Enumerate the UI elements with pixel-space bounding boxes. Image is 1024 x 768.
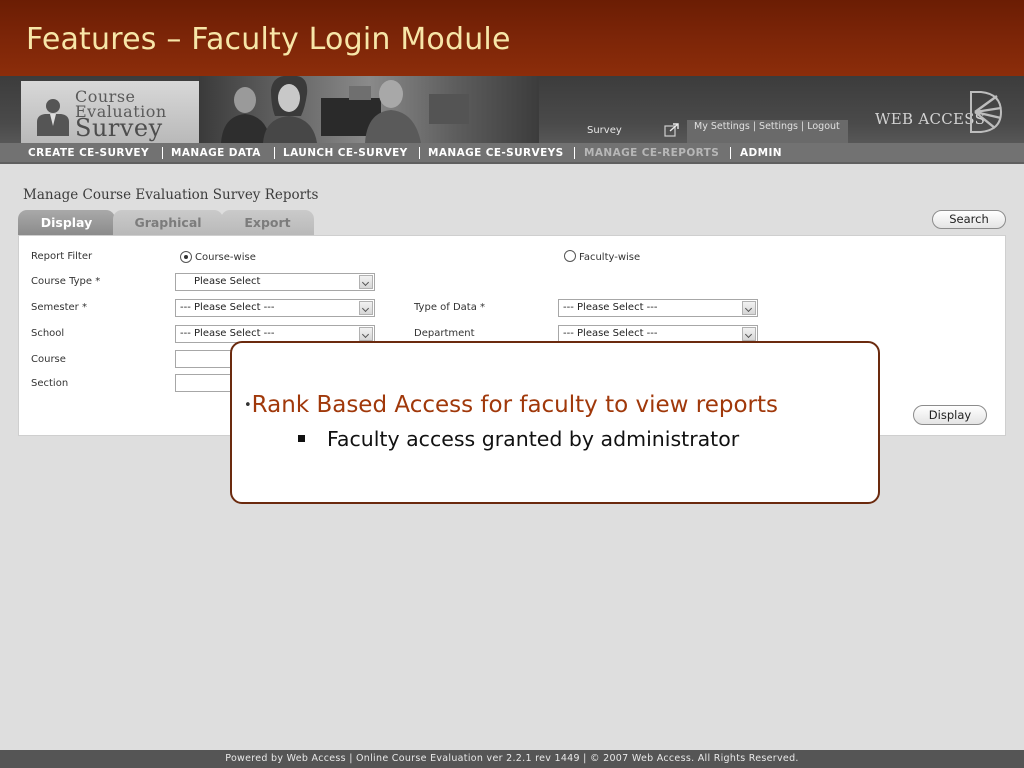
type-of-data-select[interactable]: --- Please Select --- xyxy=(558,299,758,317)
person-icon xyxy=(37,99,69,136)
survey-label[interactable]: Survey xyxy=(587,125,622,136)
nav-manage-data[interactable]: MANAGE DATA xyxy=(171,147,261,159)
main-nav: CREATE CE-SURVEY MANAGE DATA LAUNCH CE-S… xyxy=(0,143,1024,164)
semester-value: --- Please Select --- xyxy=(180,302,275,313)
callout-sub-text: Faculty access granted by administrator xyxy=(327,427,740,451)
section-input[interactable] xyxy=(175,374,235,392)
school-label: School xyxy=(31,328,65,339)
nav-manage-ce-reports[interactable]: MANAGE CE-REPORTS xyxy=(584,147,719,159)
department-value: --- Please Select --- xyxy=(563,328,658,339)
footer-text: Powered by Web Access | Online Course Ev… xyxy=(225,753,799,764)
chevron-down-icon xyxy=(359,327,373,341)
type-of-data-label: Type of Data * xyxy=(414,302,486,313)
semester-label: Semester * xyxy=(31,302,87,313)
tab-export[interactable]: Export xyxy=(221,210,314,235)
faculty-wise-label[interactable]: Faculty-wise xyxy=(579,252,640,263)
semester-select[interactable]: --- Please Select --- xyxy=(175,299,375,317)
tab-display[interactable]: Display xyxy=(18,210,115,235)
web-access-brand: WEB ACCESS xyxy=(875,90,1005,134)
app-logo[interactable]: Course Evaluation Survey xyxy=(21,81,199,143)
chevron-down-icon xyxy=(742,301,756,315)
course-wise-radio[interactable] xyxy=(180,251,192,263)
web-access-logo-icon xyxy=(970,91,1003,133)
chevron-down-icon xyxy=(359,275,373,289)
school-value: --- Please Select --- xyxy=(180,328,275,339)
app-banner: Course Evaluation Survey Survey My Setti… xyxy=(0,76,1024,143)
course-input[interactable] xyxy=(175,350,235,368)
nav-create-ce-survey[interactable]: CREATE CE-SURVEY xyxy=(28,147,149,159)
callout-main-bullet: •Rank Based Access for faculty to view r… xyxy=(244,392,778,418)
course-type-label: Course Type * xyxy=(31,276,101,287)
section-label: Section xyxy=(31,378,69,389)
external-link-icon[interactable] xyxy=(664,123,680,137)
slide-title-bar: Features – Faculty Login Module xyxy=(0,0,1024,76)
nav-divider xyxy=(730,147,731,159)
report-filter-label: Report Filter xyxy=(31,251,93,262)
faculty-wise-radio[interactable] xyxy=(564,250,576,262)
page-title: Manage Course Evaluation Survey Reports xyxy=(23,187,319,203)
search-button[interactable]: Search xyxy=(932,210,1006,229)
nav-divider xyxy=(419,147,420,159)
course-type-select[interactable]: Please Select xyxy=(175,273,375,291)
nav-admin[interactable]: ADMIN xyxy=(740,147,782,159)
logo-line-3: Survey xyxy=(75,114,163,142)
banner-photo xyxy=(199,76,539,143)
course-type-value: Please Select xyxy=(194,276,261,287)
callout-sub-bullet: Faculty access granted by administrator xyxy=(298,427,739,451)
chevron-down-icon xyxy=(359,301,373,315)
nav-divider xyxy=(162,147,163,159)
bullet-dot: • xyxy=(244,398,252,413)
course-label: Course xyxy=(31,354,66,365)
feature-callout: •Rank Based Access for faculty to view r… xyxy=(230,341,880,504)
course-wise-label[interactable]: Course-wise xyxy=(195,252,256,263)
callout-main-text: Rank Based Access for faculty to view re… xyxy=(251,392,778,418)
settings-links[interactable]: My Settings | Settings | Logout xyxy=(694,121,844,132)
square-bullet-icon xyxy=(298,434,305,442)
display-button[interactable]: Display xyxy=(913,405,987,425)
type-of-data-value: --- Please Select --- xyxy=(563,302,658,313)
students-photo xyxy=(221,76,469,143)
nav-launch-ce-survey[interactable]: LAUNCH CE-SURVEY xyxy=(283,147,408,159)
tab-graphical[interactable]: Graphical xyxy=(113,210,223,235)
nav-divider xyxy=(274,147,275,159)
department-label: Department xyxy=(414,328,475,339)
nav-divider xyxy=(574,147,575,159)
slide-title: Features – Faculty Login Module xyxy=(26,22,511,57)
page-footer: Powered by Web Access | Online Course Ev… xyxy=(0,750,1024,768)
chevron-down-icon xyxy=(742,327,756,341)
nav-manage-ce-surveys[interactable]: MANAGE CE-SURVEYS xyxy=(428,147,564,159)
user-settings-menu[interactable]: My Settings | Settings | Logout xyxy=(687,120,848,143)
